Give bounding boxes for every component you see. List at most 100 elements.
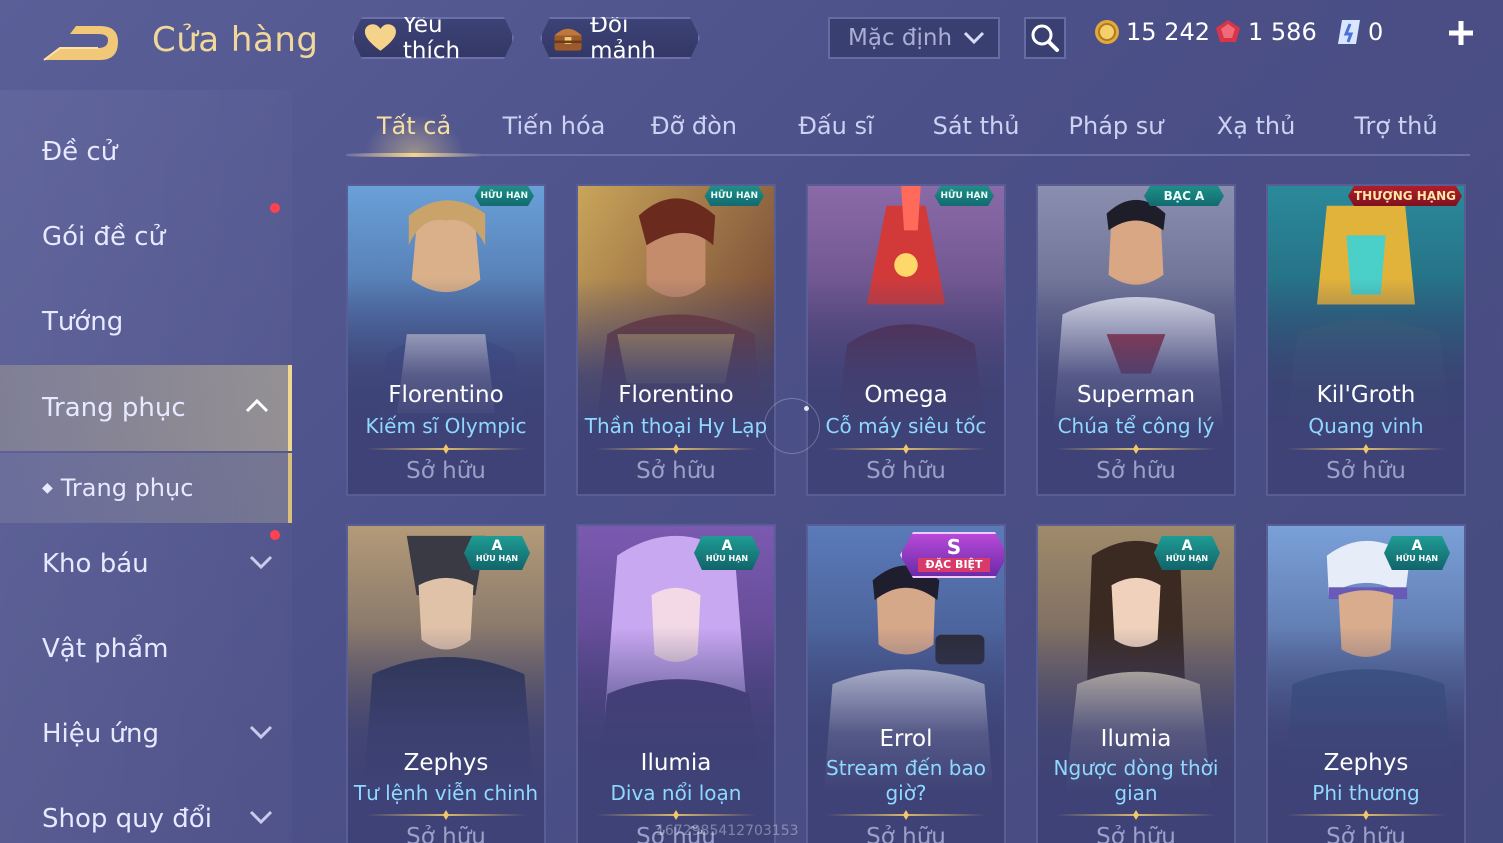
back-arrow-icon	[43, 26, 118, 61]
search-icon	[1031, 24, 1059, 52]
sidebar-item-label: Trang phục	[60, 474, 194, 502]
back-button[interactable]	[40, 20, 122, 66]
sidebar-item-exchange-shop[interactable]: Shop quy đổi	[0, 784, 292, 843]
chevron-down-icon	[963, 31, 985, 45]
sidebar-item-heroes[interactable]: Tướng	[0, 287, 292, 357]
tab-label: Tất cả	[376, 112, 452, 140]
tab-evolution[interactable]: Tiến hóa	[486, 112, 622, 140]
tier-label: HỮU HẠN	[705, 554, 749, 563]
user-id-watermark: 1672985412703153	[656, 823, 799, 839]
tab-label: Sát thủ	[932, 112, 1020, 140]
skin-card[interactable]: A HỮU HẠN Zephys Tư lệnh viễn chinh Sở h…	[346, 524, 546, 843]
sidebar-subitem-skins[interactable]: ◆ Trang phục	[0, 453, 292, 523]
hero-name: Ilumia	[640, 750, 712, 776]
tab-support[interactable]: Trợ thủ	[1328, 112, 1464, 140]
sidebar-item-treasure[interactable]: Kho báu	[0, 529, 292, 599]
touch-indicator	[764, 398, 820, 454]
sidebar-item-recommended[interactable]: Đề cử	[0, 117, 292, 187]
tab-fighter[interactable]: Đấu sĩ	[768, 112, 904, 140]
skin-name: Kiếm sĩ Olympic	[365, 414, 527, 438]
tier-label: ĐẶC BIỆT	[918, 558, 990, 572]
limited-badge: HỮU HẠN	[704, 186, 764, 206]
skin-name: Cỗ máy siêu tốc	[825, 414, 987, 438]
owned-status: Sở hữu	[1326, 458, 1406, 484]
tier-badge: A HỮU HẠN	[1384, 536, 1450, 570]
card-divider	[596, 448, 756, 450]
tab-assassin[interactable]: Sát thủ	[908, 112, 1044, 140]
sidebar-item-recommended-packs[interactable]: Gói đề cử	[0, 202, 292, 272]
skin-name: Tư lệnh viễn chinh	[353, 781, 539, 805]
chevron-down-icon	[249, 555, 273, 570]
hero-name: Zephys	[1323, 750, 1409, 776]
skin-card[interactable]: S ĐẶC BIỆT Errol Stream đến bao giờ? Sở …	[806, 524, 1006, 843]
card-divider	[366, 448, 526, 450]
skin-name: Diva nổi loạn	[610, 781, 742, 805]
tier-badge: S ĐẶC BIỆT	[900, 532, 1004, 578]
favorites-button[interactable]: Yêu thích	[352, 17, 514, 59]
heart-icon	[364, 23, 397, 53]
hero-name: Superman	[1076, 382, 1196, 408]
tab-label: Xạ thủ	[1216, 112, 1296, 140]
skin-card[interactable]: HỮU HẠN Omega Cỗ máy siêu tốc Sở hữu	[806, 184, 1006, 496]
fragment-icon	[1338, 20, 1360, 44]
sidebar-item-effects[interactable]: Hiệu ứng	[0, 699, 292, 769]
voucher-amount: 1 586	[1248, 18, 1317, 46]
hero-name: Omega	[864, 382, 948, 408]
limited-badge: HỮU HẠN	[934, 186, 994, 206]
exchange-fragments-button[interactable]: Đổi mảnh	[540, 17, 700, 59]
skin-name: Stream đến bao giờ?	[826, 756, 986, 805]
sidebar-item-items[interactable]: Vật phẩm	[0, 614, 292, 684]
tier-letter: S	[946, 535, 962, 559]
tier-badge: A HỮU HẠN	[1154, 536, 1220, 570]
skin-card[interactable]: BẠC A Superman Chúa tể công lý Sở hữu	[1036, 184, 1236, 496]
limited-badge: HỮU HẠN	[474, 186, 534, 206]
sidebar-item-label: Trang phục	[42, 393, 186, 423]
skin-card[interactable]: HỮU HẠN Florentino Kiếm sĩ Olympic Sở hữ…	[346, 184, 546, 496]
skin-card[interactable]: THƯỢNG HẠNG Kil'Groth Quang vinh Sở hữu	[1266, 184, 1466, 496]
hero-name: Zephys	[403, 750, 489, 776]
tab-label: Đấu sĩ	[798, 112, 874, 140]
sidebar-item-label: Hiệu ứng	[42, 719, 159, 749]
hero-name: Florentino	[388, 382, 504, 408]
card-divider	[1056, 814, 1216, 816]
chevron-down-icon	[249, 810, 273, 825]
ranked-badge: THƯỢNG HẠNG	[1348, 186, 1462, 206]
rank-badge: BẠC A	[1144, 186, 1224, 206]
card-divider	[366, 814, 526, 816]
sidebar-item-label: Shop quy đổi	[42, 804, 212, 834]
hero-name: Florentino	[618, 382, 734, 408]
notification-dot	[270, 203, 280, 213]
tier-letter: A	[491, 538, 503, 554]
tier-letter: A	[721, 538, 733, 554]
gold-coin-icon	[1095, 20, 1119, 44]
sidebar-item-label: Kho báu	[42, 549, 149, 579]
chevron-up-icon	[245, 398, 269, 413]
tab-mage[interactable]: Pháp sư	[1048, 112, 1184, 140]
card-divider	[1286, 448, 1446, 450]
skin-name: Ngược dòng thời gian	[1053, 756, 1219, 805]
skin-card[interactable]: A HỮU HẠN Ilumia Ngược dòng thời gian Sở…	[1036, 524, 1236, 843]
card-divider	[826, 814, 986, 816]
tier-letter: A	[1411, 538, 1423, 554]
search-button[interactable]	[1024, 17, 1066, 59]
tab-label: Đỡ đòn	[650, 112, 738, 140]
chevron-down-icon	[249, 725, 273, 740]
card-divider	[1286, 814, 1446, 816]
tab-tank[interactable]: Đỡ đòn	[626, 112, 762, 140]
skin-card[interactable]: HỮU HẠN Florentino Thần thoại Hy Lạp Sở …	[576, 184, 776, 496]
gold-currency: 15 242	[1094, 18, 1210, 46]
owned-status: Sở hữu	[1326, 824, 1406, 843]
owned-status: Sở hữu	[1096, 824, 1176, 843]
tab-marksman[interactable]: Xạ thủ	[1188, 112, 1324, 140]
tab-label: Pháp sư	[1068, 112, 1164, 140]
skin-card[interactable]: A HỮU HẠN Zephys Phi thương Sở hữu	[1266, 524, 1466, 843]
add-currency-button[interactable]	[1446, 18, 1476, 52]
owned-status: Sở hữu	[636, 458, 716, 484]
card-divider	[826, 448, 986, 450]
skin-card[interactable]: A HỮU HẠN Ilumia Diva nổi loạn Sở hữu	[576, 524, 776, 843]
tab-all[interactable]: Tất cả	[346, 112, 482, 140]
touch-point	[804, 406, 809, 411]
owned-status: Sở hữu	[866, 824, 946, 843]
sort-dropdown[interactable]: Mặc định	[828, 17, 1000, 59]
sidebar-item-skins[interactable]: Trang phục	[0, 365, 292, 451]
